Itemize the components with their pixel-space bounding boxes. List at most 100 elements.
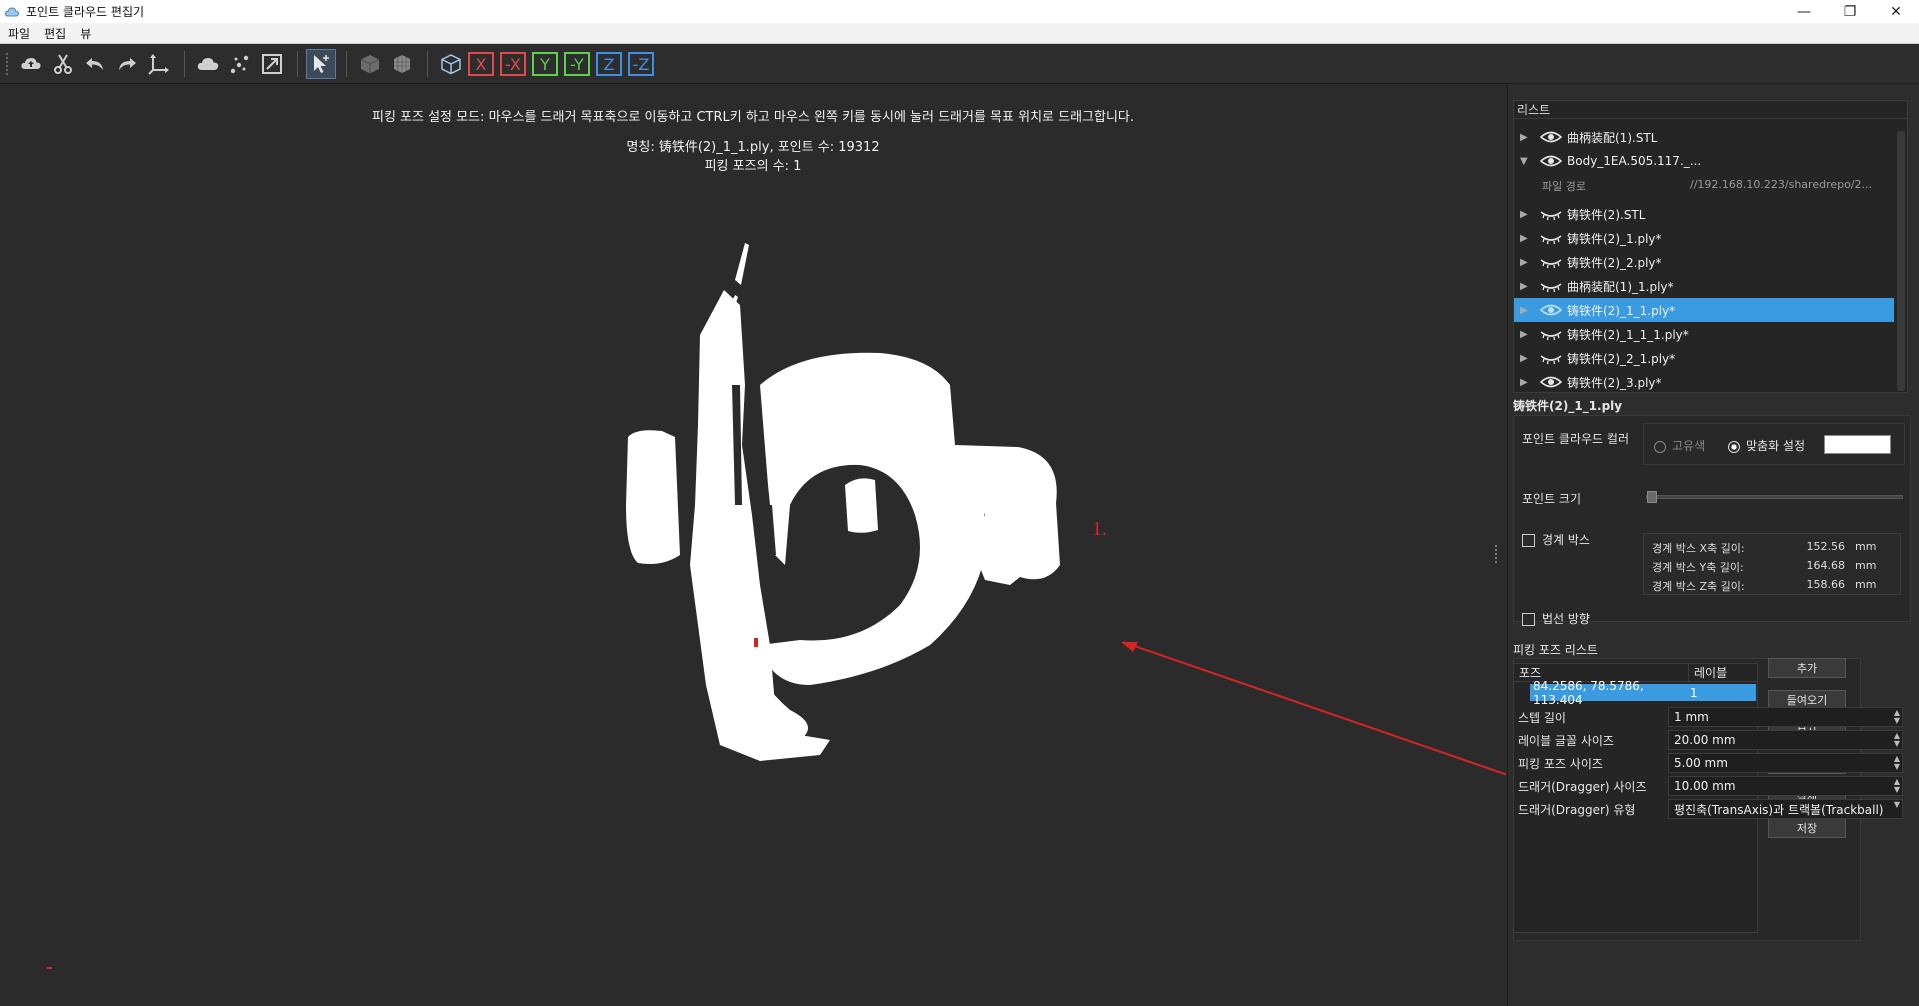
menu-edit[interactable]: 편집	[44, 25, 66, 42]
file-path-row: 파일 경로 //192.168.10.223/sharedrepo/2...	[1542, 178, 1902, 198]
eye-closed-icon[interactable]	[1540, 327, 1562, 341]
spin-arrows-icon[interactable]: ▲ ▼	[1894, 732, 1900, 748]
eye-open-icon[interactable]	[1540, 154, 1562, 168]
pose-label-value: 1	[1690, 685, 1698, 700]
view-z-button[interactable]: Z	[596, 52, 622, 76]
collapsed-arrow-icon[interactable]: ▶	[1520, 305, 1532, 316]
pointer-icon[interactable]	[306, 49, 336, 79]
toolbar-grip[interactable]	[6, 53, 10, 75]
view-minus-z-button[interactable]: -Z	[628, 52, 654, 76]
save-button[interactable]: 저장	[1768, 818, 1846, 838]
setting-label: 스텝 길이	[1518, 710, 1566, 725]
add-button[interactable]: 추가	[1768, 658, 1846, 678]
eye-open-icon[interactable]	[1540, 375, 1562, 389]
list-item[interactable]: ▶ 曲柄装配(1)_1.ply*	[1514, 274, 1894, 298]
eye-closed-icon[interactable]	[1540, 231, 1562, 245]
bbox-x-key: 경계 박스 X축 길이:	[1652, 542, 1745, 555]
setting-value: 10.00 mm	[1674, 779, 1736, 793]
setting-row: 레이블 글꼴 사이즈 20.00 mm ▲ ▼	[1518, 729, 1918, 751]
right-panel: 리스트 ▶ 曲柄装配(1).STL ▼ Body_1EA.505.117._... ▶ 铸…	[1507, 85, 1919, 1006]
redo-icon[interactable]	[112, 49, 142, 79]
setting-label: 레이블 글꼴 사이즈	[1518, 733, 1614, 748]
properties-title: 铸铁件(2)_1_1.ply	[1513, 399, 1623, 413]
view-x-button[interactable]: X	[468, 52, 494, 76]
collapsed-arrow-icon[interactable]: ▶	[1520, 329, 1532, 340]
object-list[interactable]: 리스트 ▶ 曲柄装配(1).STL ▼ Body_1EA.505.117._... ▶ 铸…	[1513, 100, 1908, 393]
spin-arrows-icon[interactable]: ▲ ▼	[1894, 709, 1900, 725]
collapsed-arrow-icon[interactable]: ▶	[1520, 209, 1532, 220]
resize-box-icon[interactable]	[257, 49, 287, 79]
slider-handle[interactable]	[1647, 491, 1657, 503]
cube-wire-icon[interactable]	[436, 49, 466, 79]
color-custom-radio[interactable]: 맞춤화 설정	[1728, 437, 1805, 454]
setting-spinbox[interactable]: 5.00 mm ▲ ▼	[1668, 753, 1903, 773]
picking-pose-marker[interactable]	[754, 638, 758, 647]
axis-icon[interactable]	[144, 49, 174, 79]
list-item[interactable]: ▼ Body_1EA.505.117._...	[1514, 149, 1894, 173]
eye-closed-icon[interactable]	[1540, 351, 1562, 365]
cloud-upload-icon[interactable]	[16, 49, 46, 79]
maximize-button[interactable]: ❐	[1827, 0, 1873, 23]
setting-spinbox[interactable]: 10.00 mm ▲ ▼	[1668, 776, 1903, 796]
list-item-label: 铸铁件(2)_2.ply*	[1567, 255, 1662, 270]
list-scrollbar[interactable]	[1897, 131, 1905, 391]
collapsed-arrow-icon[interactable]: ▶	[1520, 132, 1532, 143]
list-item[interactable]: ▶ 铸铁件(2)_2.ply*	[1514, 250, 1894, 274]
collapsed-arrow-icon[interactable]: ▶	[1520, 353, 1532, 364]
dragger-type-select[interactable]: 평진축(TransAxis)과 트랙볼(Trackball) ▼	[1668, 799, 1903, 819]
eye-closed-icon[interactable]	[1540, 255, 1562, 269]
eye-open-icon[interactable]	[1540, 303, 1562, 317]
scatter-icon[interactable]	[225, 49, 255, 79]
setting-row: 드래거(Dragger) 유형 평진축(TransAxis)과 트랙볼(Track…	[1518, 798, 1918, 820]
color-custom-label: 맞춤화 설정	[1746, 439, 1806, 453]
list-item[interactable]: ▶ 铸铁件(2)_1.ply*	[1514, 226, 1894, 250]
scissors-icon[interactable]	[48, 49, 78, 79]
col-label[interactable]: 레이블	[1689, 664, 1727, 681]
view-y-button[interactable]: Y	[532, 52, 558, 76]
minimize-button[interactable]: —	[1781, 0, 1827, 23]
color-native-radio[interactable]: 고유색	[1654, 437, 1705, 454]
point-size-slider[interactable]	[1646, 491, 1903, 503]
normal-checkbox[interactable]: 법선 방향	[1522, 610, 1590, 627]
pose-value: 84.2586, 78.5786, 113.404	[1533, 678, 1644, 707]
color-swatch[interactable]	[1824, 435, 1891, 454]
list-item[interactable]: ▶ 铸铁件(2)_1_1.ply*	[1514, 298, 1894, 322]
3d-viewport[interactable]: 피킹 포즈 설정 모드: 마우스를 드래거 목표축으로 이동하고 CTRL키 하…	[0, 85, 1506, 1006]
setting-spinbox[interactable]: 1 mm ▲ ▼	[1668, 707, 1903, 727]
view-minus-y-button[interactable]: -Y	[564, 52, 590, 76]
inner-tube	[845, 478, 878, 533]
expanded-arrow-icon[interactable]: ▼	[1520, 156, 1532, 167]
list-item-label: 铸铁件(2)_1.ply*	[1567, 231, 1662, 246]
eye-closed-icon[interactable]	[1540, 207, 1562, 221]
collapsed-arrow-icon[interactable]: ▶	[1520, 281, 1532, 292]
list-item[interactable]: ▶ 曲柄装配(1).STL	[1514, 125, 1894, 149]
setting-spinbox[interactable]: 20.00 mm ▲ ▼	[1668, 730, 1903, 750]
bbox-checkbox[interactable]: 경계 박스	[1522, 531, 1590, 548]
bbox-x-row: 경계 박스 X축 길이: 152.56 mm	[1652, 540, 1892, 556]
collapsed-arrow-icon[interactable]: ▶	[1520, 233, 1532, 244]
view-minus-x-button[interactable]: -X	[500, 52, 526, 76]
setting-value: 평진축(TransAxis)과 트랙볼(Trackball)	[1674, 802, 1884, 817]
splitter-handle[interactable]	[1495, 545, 1498, 563]
point-cloud-canvas[interactable]: 1.	[0, 85, 1506, 1006]
dropdown-arrow-icon[interactable]: ▼	[1894, 801, 1900, 809]
cloud-icon[interactable]	[193, 49, 223, 79]
eye-open-icon[interactable]	[1540, 130, 1562, 144]
list-item[interactable]: ▶ 铸铁件(2)_2_1.ply*	[1514, 346, 1894, 370]
menu-file[interactable]: 파일	[8, 25, 30, 42]
undo-icon[interactable]	[80, 49, 110, 79]
collapsed-arrow-icon[interactable]: ▶	[1520, 377, 1532, 388]
eye-closed-icon[interactable]	[1540, 279, 1562, 293]
menu-view[interactable]: 뷰	[80, 25, 91, 42]
bbox-y-row: 경계 박스 Y축 길이: 164.68 mm	[1652, 559, 1892, 575]
sphere-mesh-icon[interactable]	[387, 49, 417, 79]
collapsed-arrow-icon[interactable]: ▶	[1520, 257, 1532, 268]
table-row[interactable]: 84.2586, 78.5786, 113.404 1	[1530, 679, 1756, 707]
spin-arrows-icon[interactable]: ▲ ▼	[1894, 755, 1900, 771]
spin-arrows-icon[interactable]: ▲ ▼	[1894, 778, 1900, 794]
list-item[interactable]: ▶ 铸铁件(2)_1_1_1.ply*	[1514, 322, 1894, 346]
list-item[interactable]: ▶ 铸铁件(2).STL	[1514, 202, 1894, 226]
close-button[interactable]: ✕	[1873, 0, 1919, 23]
list-item[interactable]: ▶ 铸铁件(2)_3.ply*	[1514, 370, 1894, 394]
cube-solid-icon[interactable]	[355, 49, 385, 79]
